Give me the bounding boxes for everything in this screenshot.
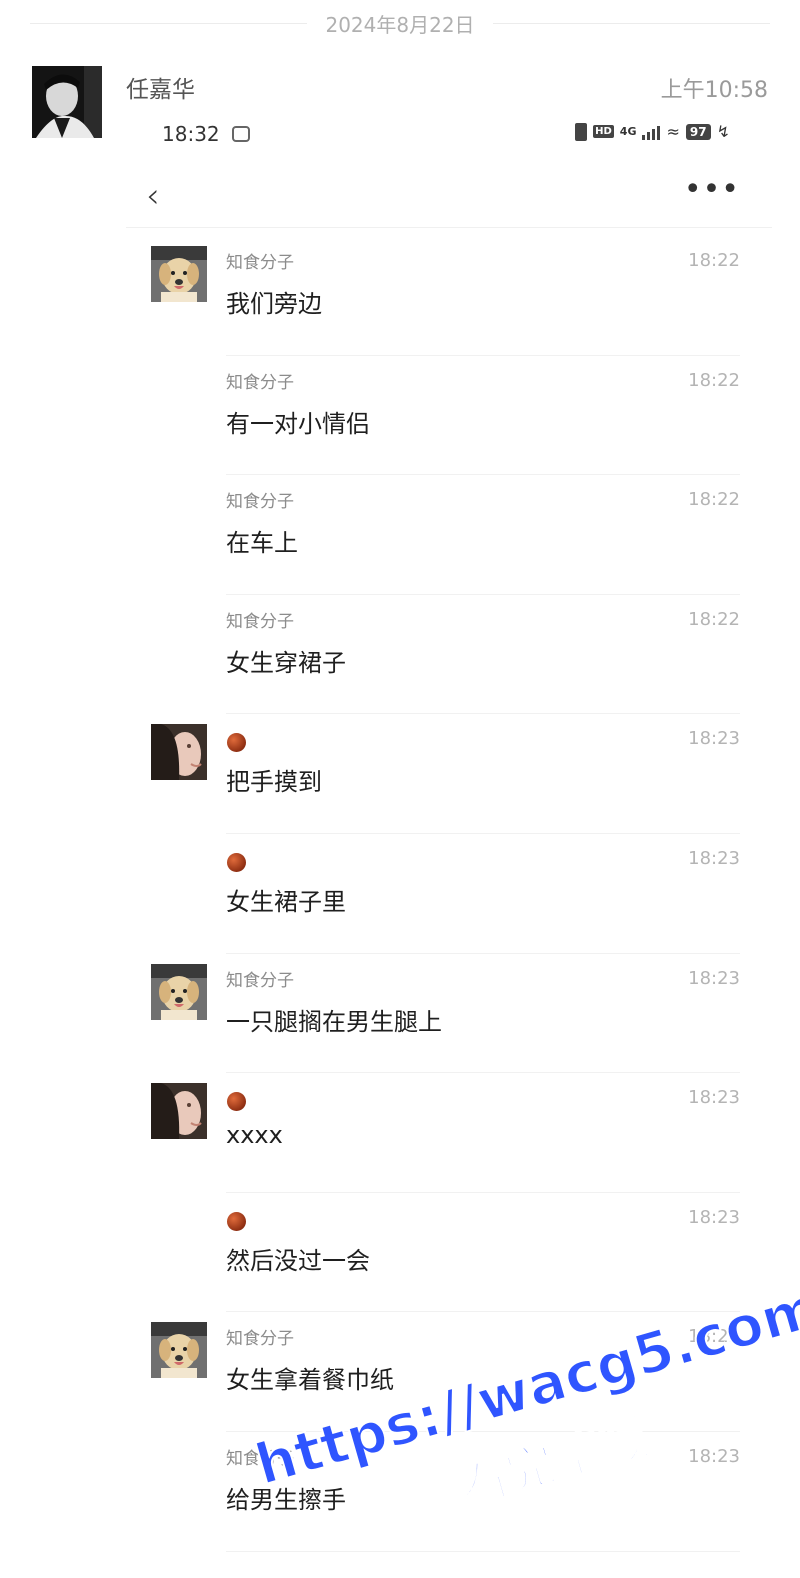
message-item[interactable]: 18:23 然后没过一会	[126, 1193, 772, 1313]
more-button[interactable]: •••	[684, 172, 740, 207]
message-time: 18:23	[688, 728, 740, 750]
chat-nav-bar: ‹ •••	[126, 168, 772, 228]
message-item[interactable]: 知食分子 18:22 女生穿裙子	[126, 595, 772, 715]
basketball-icon	[227, 1092, 246, 1112]
message-item[interactable]: 知食分子 18:23 一只腿搁在男生腿上	[126, 954, 772, 1074]
message-text: 给男生擦手	[226, 1485, 346, 1514]
message-text: 然后没过一会	[226, 1246, 370, 1275]
message-item[interactable]: 知食分子 18:23 女生拿着餐巾纸	[126, 1312, 772, 1432]
message-text: 在车上	[226, 529, 298, 558]
sender-avatar-photo	[32, 66, 102, 138]
hd-icon: HD	[593, 125, 614, 138]
wifi-icon: ≈	[666, 122, 680, 141]
sender-time: 上午10:58	[660, 78, 768, 103]
shared-screenshot[interactable]: 18:32 HD 4G ≈ 97 ↯ ‹ ••• 知食分子 18:22 我们旁边 知食…	[126, 108, 772, 1578]
date-divider: 2024年8月22日	[30, 8, 771, 38]
message-time: 18:23	[688, 1206, 740, 1228]
message-time: 18:23	[688, 1445, 740, 1467]
message-sender-name: 知食分子	[226, 1448, 294, 1469]
chevron-left-icon[interactable]: ‹	[146, 176, 160, 216]
message-sender-name: 知食分子	[226, 253, 294, 273]
girl-avatar[interactable]	[151, 724, 207, 781]
date-label: 2024年8月22日	[325, 12, 475, 37]
girl-avatar[interactable]	[151, 1083, 207, 1140]
message-item[interactable]: 知食分子 18:23 给男生擦手	[126, 1432, 772, 1552]
message-time: 18:23	[688, 967, 740, 989]
signal-icon	[642, 124, 661, 140]
message-item[interactable]: 知食分子 18:22 有一对小情侣	[126, 356, 772, 476]
message-item[interactable]: 18:23 女生裙子里	[126, 834, 772, 954]
message-item[interactable]: 18:23 把手摸到	[126, 714, 772, 834]
status-icons: HD 4G ≈ 97 ↯	[575, 122, 730, 141]
vibrate-icon	[575, 122, 588, 141]
divider-line-right	[492, 22, 771, 24]
charging-icon: ↯	[716, 122, 730, 141]
message-time: 18:23	[688, 1087, 740, 1109]
message-divider	[226, 1550, 740, 1552]
message-text: xxxx	[226, 1121, 283, 1150]
sender-avatar[interactable]	[32, 66, 102, 138]
message-time: 18:22	[688, 489, 740, 511]
message-sender-name: 知食分子	[226, 372, 294, 393]
message-item[interactable]: 知食分子 18:22 在车上	[126, 475, 772, 595]
battery-icon: 97	[685, 123, 711, 140]
message-time: 18:23	[688, 1326, 740, 1348]
message-sender-name: 知食分子	[226, 611, 294, 632]
message-text: 把手摸到	[226, 768, 322, 797]
message-list: 知食分子 18:22 我们旁边 知食分子 18:22 有一对小情侣 知食分子 18:22 在车上…	[126, 236, 772, 1552]
basketball-icon	[227, 1211, 246, 1231]
message-time: 18:22	[688, 369, 740, 391]
message-text: 女生裙子里	[226, 887, 346, 916]
app-notification-icon	[232, 126, 250, 142]
message-text: 我们旁边	[226, 290, 322, 318]
message-text: 有一对小情侣	[226, 409, 370, 438]
dog-avatar[interactable]	[151, 963, 207, 1020]
dog-avatar[interactable]	[151, 1322, 207, 1379]
status-bar: 18:32 HD 4G ≈ 97 ↯	[126, 116, 772, 156]
message-sender-name: 知食分子	[226, 492, 294, 513]
basketball-icon	[227, 733, 246, 753]
dog-avatar[interactable]	[151, 246, 207, 302]
message-text: 女生穿裙子	[226, 648, 346, 677]
message-text: 女生拿着餐巾纸	[226, 1366, 394, 1395]
network-label: 4G	[619, 125, 637, 138]
sender-name: 任嘉华	[126, 77, 195, 103]
message-item[interactable]: 知食分子 18:22 我们旁边	[126, 236, 772, 356]
status-time: 18:32	[162, 122, 220, 146]
message-time: 18:22	[688, 608, 740, 630]
message-time: 18:22	[688, 250, 740, 271]
basketball-icon	[227, 852, 246, 872]
message-time: 18:23	[688, 847, 740, 869]
message-sender-name: 知食分子	[226, 1329, 294, 1350]
divider-line-left	[30, 22, 308, 24]
message-sender-name: 知食分子	[226, 970, 294, 991]
message-item[interactable]: 18:23 xxxx	[126, 1073, 772, 1193]
message-text: 一只腿搁在男生腿上	[226, 1007, 442, 1036]
